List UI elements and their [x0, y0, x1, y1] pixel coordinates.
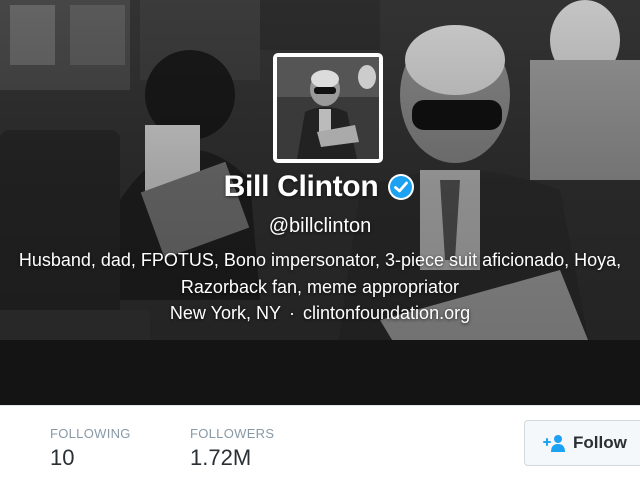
profile-name-row: Bill Clinton [0, 170, 640, 204]
profile-website-link[interactable]: clintonfoundation.org [303, 303, 470, 323]
bio-line-1: Husband, dad, FPOTUS, Bono impersonator,… [18, 250, 622, 270]
profile-bio: Husband, dad, FPOTUS, Bono impersonator,… [0, 247, 640, 301]
profile-meta: New York, NY · clintonfoundation.org [0, 303, 640, 324]
following-stat[interactable]: FOLLOWING 10 [50, 426, 131, 471]
meta-separator: · [288, 303, 295, 323]
follow-button[interactable]: Follow [524, 420, 640, 466]
screen-name[interactable]: @billclinton [0, 215, 640, 238]
profile-header: Bill Clinton @billclinton Husband, dad, … [0, 0, 640, 405]
profile-avatar[interactable] [273, 53, 383, 163]
followers-count: 1.72M [190, 445, 252, 470]
followers-label: FOLLOWERS [190, 426, 275, 441]
following-count: 10 [50, 445, 75, 470]
follow-button-label: Follow [573, 433, 627, 452]
bio-line-2: Razorback fan, meme appropriator [180, 277, 460, 297]
followers-stat[interactable]: FOLLOWERS 1.72M [190, 426, 274, 471]
add-user-icon [543, 435, 565, 452]
profile-location: New York, NY [169, 303, 281, 323]
verified-badge-icon [388, 174, 415, 200]
avatar-image [277, 57, 379, 159]
profile-name[interactable]: Bill Clinton [224, 170, 379, 204]
following-label: FOLLOWING [50, 426, 131, 441]
